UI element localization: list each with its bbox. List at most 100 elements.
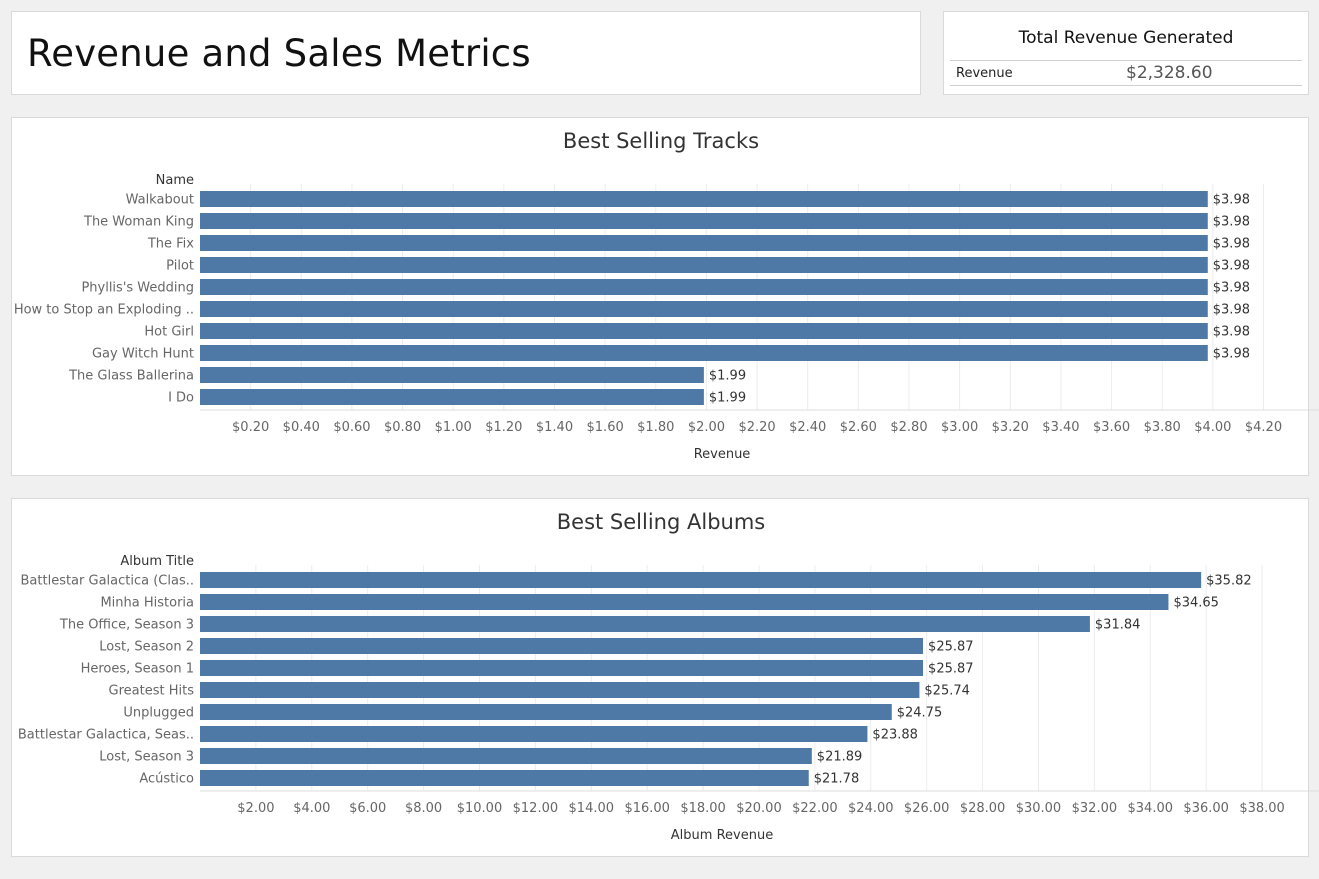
tick-label: $0.20 (232, 420, 269, 435)
data-label: $3.98 (1213, 237, 1250, 252)
category-label[interactable]: Pilot (166, 259, 194, 274)
tick-label: $1.40 (536, 420, 573, 435)
data-label: $35.82 (1206, 574, 1252, 589)
tick-label: $3.20 (992, 420, 1029, 435)
tick-label: $2.20 (738, 420, 775, 435)
tick-label: $3.00 (941, 420, 978, 435)
kpi-title: Total Revenue Generated (1018, 28, 1234, 48)
category-label[interactable]: The Glass Ballerina (68, 369, 194, 384)
bar[interactable] (200, 616, 1090, 632)
bar[interactable] (200, 301, 1208, 317)
title-panel: Revenue and Sales Metrics (11, 11, 921, 95)
page-title: Revenue and Sales Metrics (27, 32, 531, 75)
category-label[interactable]: Greatest Hits (109, 684, 195, 699)
bar[interactable] (200, 389, 704, 405)
best-selling-tracks-panel: Best Selling Tracks Name Walkabout $3.98 The… (11, 117, 1319, 476)
best-selling-tracks-chart: Best Selling Tracks Name Walkabout $3.98 The… (14, 129, 1319, 462)
bar[interactable] (200, 572, 1202, 588)
best-selling-albums-panel: Best Selling Albums Album Title Battlestar… (11, 498, 1319, 857)
tick-label: $1.00 (435, 420, 472, 435)
category-label[interactable]: Acústico (139, 772, 194, 787)
bar[interactable] (200, 726, 868, 742)
tick-label: $4.20 (1245, 420, 1282, 435)
bar[interactable] (200, 279, 1208, 295)
bar[interactable] (200, 748, 812, 764)
bar[interactable] (200, 235, 1208, 251)
bar[interactable] (200, 345, 1208, 361)
data-label: $3.98 (1213, 193, 1250, 208)
bar[interactable] (200, 682, 920, 698)
tick-label: $20.00 (736, 801, 782, 816)
tick-label: $2.40 (789, 420, 826, 435)
tick-label: $16.00 (624, 801, 670, 816)
bar[interactable] (200, 323, 1208, 339)
category-label[interactable]: Walkabout (126, 193, 194, 208)
kpi-value: $2,328.60 (1126, 63, 1213, 83)
category-label[interactable]: Gay Witch Hunt (92, 347, 194, 362)
tick-label: $30.00 (1016, 801, 1062, 816)
x-axis-title: Album Revenue (671, 828, 773, 843)
data-label: $23.88 (872, 728, 918, 743)
bar[interactable] (200, 638, 924, 654)
data-label: $21.89 (817, 750, 863, 765)
data-label: $25.87 (928, 640, 974, 655)
tick-label: $1.80 (637, 420, 674, 435)
category-label[interactable]: Lost, Season 2 (99, 640, 194, 655)
category-label[interactable]: Battlestar Galactica, Seas.. (18, 728, 194, 743)
tick-label: $36.00 (1183, 801, 1229, 816)
tick-label: $2.60 (840, 420, 877, 435)
tick-label: $4.00 (1194, 420, 1231, 435)
tick-label: $3.40 (1042, 420, 1079, 435)
category-label[interactable]: The Fix (147, 237, 194, 252)
bar[interactable] (200, 660, 924, 676)
tick-label: $0.80 (384, 420, 421, 435)
kpi-row[interactable]: Revenue $2,328.60 (950, 60, 1302, 86)
data-label: $25.87 (928, 662, 974, 677)
category-label[interactable]: Unplugged (123, 706, 194, 721)
tick-label: $32.00 (1072, 801, 1118, 816)
category-label[interactable]: Hot Girl (144, 325, 194, 340)
data-label: $31.84 (1095, 618, 1141, 633)
data-label: $21.78 (814, 772, 860, 787)
x-axis-title: Revenue (694, 447, 751, 462)
category-label[interactable]: Battlestar Galactica (Clas.. (21, 574, 195, 589)
tick-label: $1.20 (485, 420, 522, 435)
bar[interactable] (200, 367, 704, 383)
tick-label: $22.00 (792, 801, 838, 816)
category-label[interactable]: Phyllis's Wedding (81, 281, 194, 296)
data-label: $1.99 (709, 369, 746, 384)
tick-label: $2.80 (890, 420, 927, 435)
category-label[interactable]: The Woman King (83, 215, 194, 230)
bar[interactable] (200, 191, 1208, 207)
tick-label: $4.00 (293, 801, 330, 816)
tick-label: $38.00 (1239, 801, 1285, 816)
tick-label: $12.00 (513, 801, 559, 816)
category-label[interactable]: Lost, Season 3 (99, 750, 194, 765)
bar[interactable] (200, 704, 892, 720)
category-label[interactable]: The Office, Season 3 (59, 618, 194, 633)
bar[interactable] (200, 213, 1208, 229)
data-label: $3.98 (1213, 259, 1250, 274)
best-selling-albums-chart: Best Selling Albums Album Title Battlestar… (18, 510, 1319, 843)
tick-label: $34.00 (1128, 801, 1174, 816)
tick-label: $28.00 (960, 801, 1006, 816)
bar[interactable] (200, 770, 809, 786)
tick-label: $10.00 (457, 801, 503, 816)
data-label: $3.98 (1213, 303, 1250, 318)
category-label[interactable]: I Do (168, 391, 194, 406)
category-header: Name (156, 173, 194, 188)
category-label[interactable]: Heroes, Season 1 (81, 662, 194, 677)
tick-label: $3.80 (1144, 420, 1181, 435)
category-label[interactable]: How to Stop an Exploding .. (14, 303, 194, 318)
tick-label: $2.00 (237, 801, 274, 816)
chart-title: Best Selling Tracks (563, 129, 759, 153)
bar[interactable] (200, 594, 1169, 610)
tick-label: $18.00 (680, 801, 726, 816)
kpi-label: Revenue (956, 66, 1013, 81)
tick-label: $2.00 (688, 420, 725, 435)
tick-label: $14.00 (569, 801, 615, 816)
data-label: $1.99 (709, 391, 746, 406)
data-label: $34.65 (1173, 596, 1219, 611)
bar[interactable] (200, 257, 1208, 273)
category-label[interactable]: Minha Historia (100, 596, 194, 611)
